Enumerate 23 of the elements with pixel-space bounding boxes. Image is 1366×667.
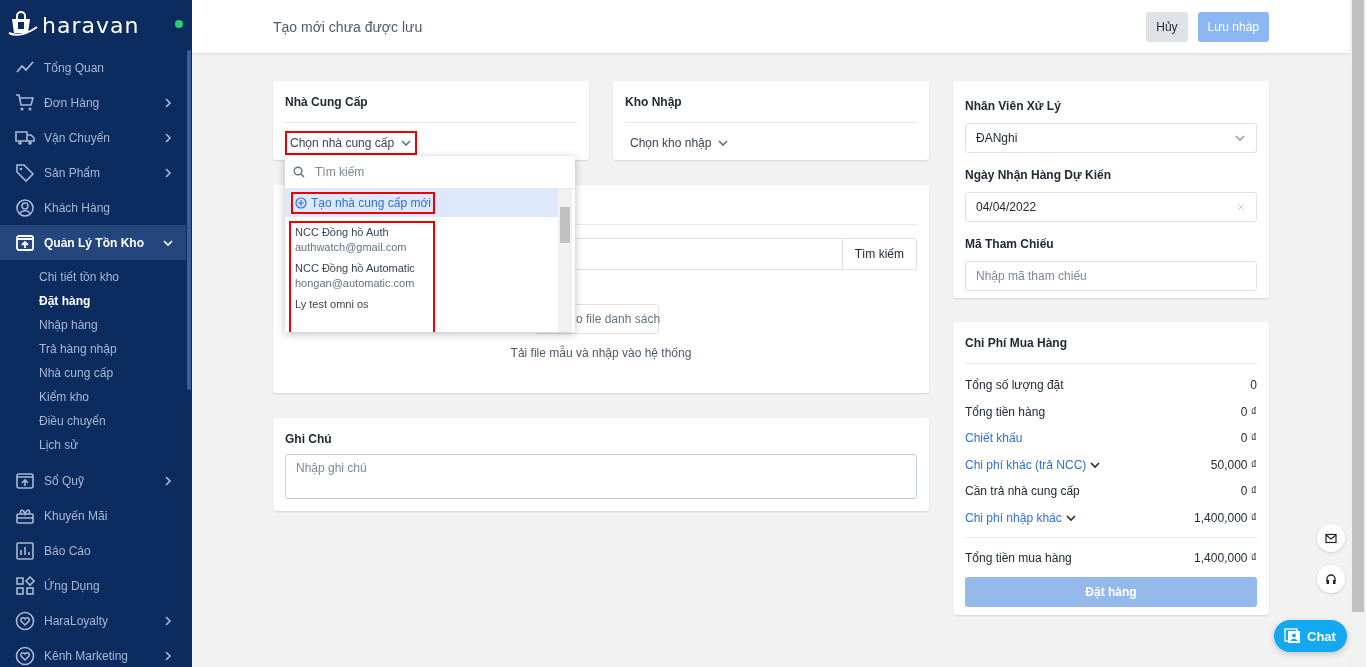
- cost-label: Tổng tiền hàng: [965, 404, 1046, 419]
- page-title: Tạo mới chưa được lưu: [273, 18, 424, 35]
- field-label: Ngày Nhận Hàng Dự Kiến: [965, 168, 1113, 182]
- cost-label: Cần trả nhà cung cấp: [965, 484, 1080, 499]
- card-title: Kho Nhập: [625, 81, 917, 123]
- cost-value: 0 ₫: [1240, 484, 1257, 499]
- card-title: Nhà Cung Cấp: [285, 81, 577, 123]
- supplier-email: authwatch@gmail.com: [295, 241, 408, 253]
- cost-value: 0: [1250, 378, 1257, 393]
- card-title: Ghi Chú: [285, 431, 333, 448]
- cost-value: 0 ₫: [1240, 404, 1257, 419]
- cost-value: 50,000 ₫: [1210, 457, 1257, 472]
- import-hint: Tải file mẫu và nhập vào hệ thống: [509, 346, 693, 360]
- total-label: Tổng tiền mua hàng: [965, 551, 1072, 565]
- total-value: 1,400,000 ₫: [1194, 551, 1257, 565]
- cost-label: Tổng số lượng đặt: [965, 378, 1064, 393]
- card-title: Chi Phí Mua Hàng: [965, 322, 1257, 364]
- field-label: Mã Tham Chiếu: [965, 237, 1055, 251]
- cost-value: 1,400,000 ₫: [1194, 510, 1257, 525]
- cost-value: 0 ₫: [1240, 431, 1257, 446]
- brand-name: haravan: [42, 12, 140, 38]
- field-label: Nhân Viên Xử Lý: [965, 99, 1062, 113]
- supplier-email: hongan@automatic.com: [295, 277, 416, 289]
